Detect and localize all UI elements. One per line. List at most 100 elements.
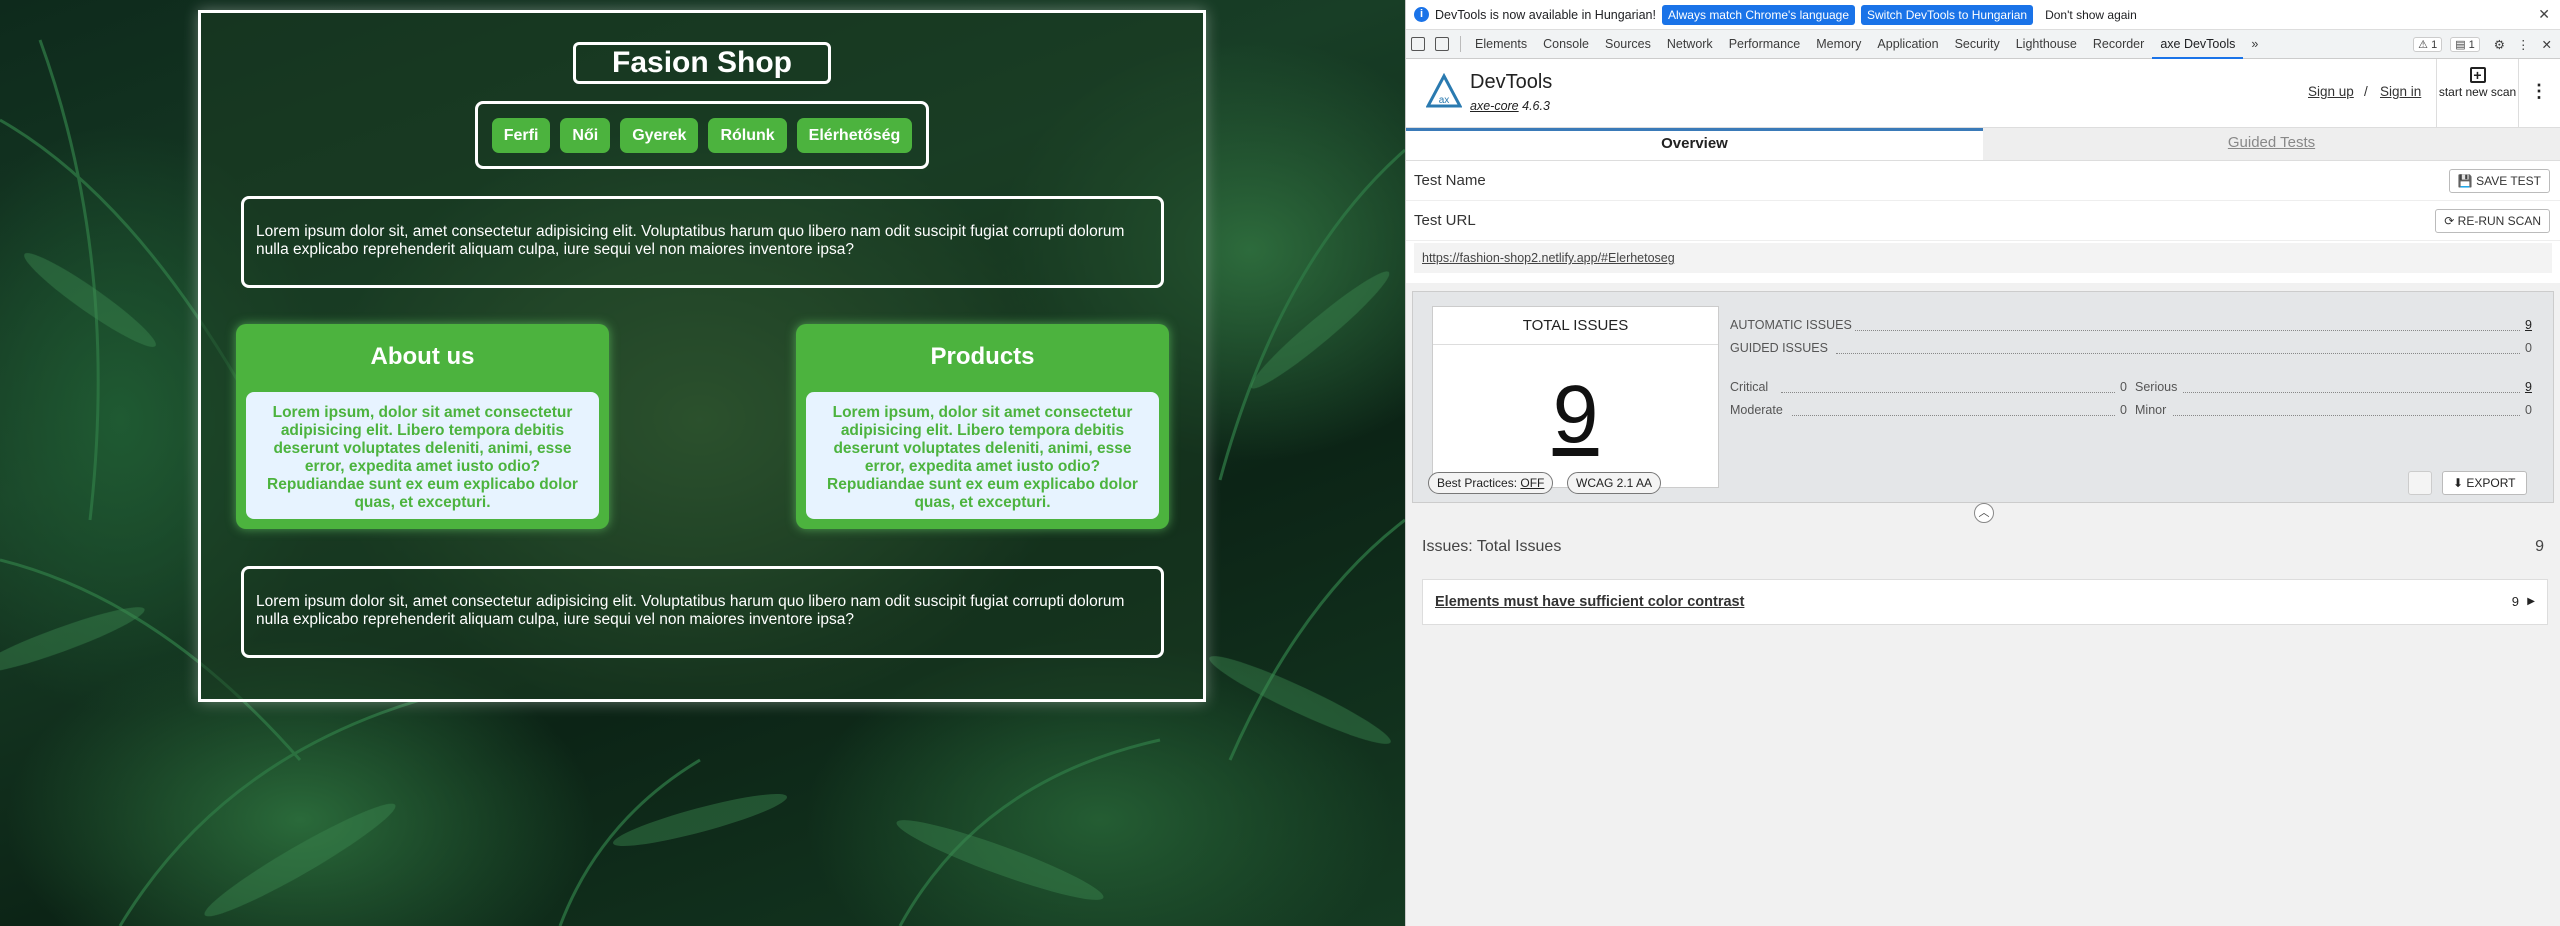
tab-application[interactable]: Application (1869, 37, 1946, 51)
wcag-level-chip[interactable]: WCAG 2.1 AA (1567, 472, 1662, 494)
device-toggle-icon[interactable] (1435, 37, 1449, 51)
switch-language-button[interactable]: Switch DevTools to Hungarian (1861, 4, 2034, 25)
start-new-scan-button[interactable]: + start new scan (2436, 59, 2519, 128)
axe-menu-icon[interactable]: ⋮ (2530, 81, 2548, 102)
divider (1460, 36, 1461, 52)
tab-axe-devtools[interactable]: axe DevTools (2152, 30, 2244, 59)
export-button[interactable]: ⬇ EXPORT (2442, 471, 2527, 495)
automatic-issues-count[interactable]: 9 (2525, 318, 2532, 332)
sign-up-link[interactable]: Sign up (2308, 84, 2354, 99)
test-url-label: Test URL (1414, 212, 1476, 229)
best-practices-label: Best Practices: (1437, 476, 1518, 490)
tab-performance[interactable]: Performance (1721, 37, 1809, 51)
total-issues-card: TOTAL ISSUES 9 (1432, 306, 1719, 488)
tab-memory[interactable]: Memory (1808, 37, 1869, 51)
sign-in-link[interactable]: Sign in (2380, 84, 2421, 99)
tab-overview[interactable]: Overview (1406, 128, 1983, 160)
axe-core-number: 4.6.3 (1522, 99, 1550, 113)
export-label: EXPORT (2466, 476, 2516, 490)
save-test-button[interactable]: 💾 SAVE TEST (2448, 169, 2550, 193)
tab-elements[interactable]: Elements (1467, 37, 1535, 51)
nav-rolunk-button[interactable]: Rólunk (708, 117, 787, 153)
plus-icon: + (2469, 67, 2486, 83)
tab-security[interactable]: Security (1947, 37, 2008, 51)
issues-heading-count: 9 (2535, 538, 2544, 555)
serious-count[interactable]: 9 (2525, 380, 2532, 394)
about-text: Lorem ipsum, dolor sit amet consectetur … (246, 392, 599, 519)
tab-sources[interactable]: Sources (1597, 37, 1659, 51)
products-card: Products Lorem ipsum, dolor sit amet con… (796, 324, 1169, 529)
issue-row[interactable]: Elements must have sufficient color cont… (1422, 579, 2548, 625)
issue-count: 9 (2511, 594, 2519, 609)
nav-gyerek-button[interactable]: Gyerek (620, 117, 699, 153)
issue-title[interactable]: Elements must have sufficient color cont… (1435, 594, 1744, 610)
automatic-issues-label: AUTOMATIC ISSUES (1730, 318, 1852, 332)
leader-dots (2173, 415, 2520, 416)
leader-dots (1836, 353, 2520, 354)
leader-dots (1855, 330, 2520, 331)
tab-recorder[interactable]: Recorder (2085, 37, 2152, 51)
axe-header: ax DevTools axe-core 4.6.3 Sign up / Sig… (1406, 59, 2560, 128)
minor-count: 0 (2525, 403, 2532, 417)
test-url-link[interactable]: https://fashion-shop2.netlify.app/#Elerh… (1414, 243, 2552, 273)
tab-guided-tests[interactable]: Guided Tests (1983, 128, 2560, 160)
menu-icon[interactable]: ⋮ (2517, 37, 2530, 52)
nav-noi-button[interactable]: Női (560, 117, 611, 153)
nav-ferfi-button[interactable]: Ferfi (491, 117, 551, 153)
intro-text: Lorem ipsum dolor sit, amet consectetur … (241, 196, 1164, 288)
critical-count: 0 (2120, 380, 2127, 394)
url-row: https://fashion-shop2.netlify.app/#Elerh… (1406, 241, 2560, 283)
axe-logo-icon: ax (1426, 73, 1462, 108)
total-issues-count[interactable]: 9 (1433, 345, 1718, 485)
share-icon[interactable] (2408, 471, 2432, 495)
best-practices-toggle[interactable]: Best Practices: OFF (1428, 472, 1554, 494)
about-heading: About us (370, 343, 475, 370)
tabbar-right: ⚠ 1 ▤ 1 ⚙ ⋮ ✕ (2409, 36, 2560, 52)
leader-dots (1781, 392, 2115, 393)
infobar-message: DevTools is now available in Hungarian! (1435, 7, 1656, 22)
guided-issues-label: GUIDED ISSUES (1730, 341, 1828, 355)
moderate-count: 0 (2120, 403, 2127, 417)
messages-badge[interactable]: ▤ 1 (2450, 36, 2480, 52)
more-tabs-icon[interactable]: » (2243, 37, 2266, 51)
site-title: Fasion Shop (573, 42, 831, 84)
leader-dots (2183, 392, 2520, 393)
total-issues-label: TOTAL ISSUES (1433, 307, 1718, 345)
svg-text:ax: ax (1439, 95, 1450, 106)
inspect-icon[interactable] (1411, 37, 1425, 51)
close-icon[interactable]: ✕ (2538, 6, 2550, 23)
match-language-button[interactable]: Always match Chrome's language (1661, 4, 1856, 25)
nav-elerhetoseg-button[interactable]: Elérhetőség (796, 117, 913, 153)
rerun-scan-button[interactable]: ⟳ RE-RUN SCAN (2435, 209, 2550, 233)
warnings-badge[interactable]: ⚠ 1 (2413, 36, 2443, 52)
language-infobar: i DevTools is now available in Hungarian… (1406, 0, 2560, 30)
moderate-label: Moderate (1730, 403, 1783, 417)
tab-lighthouse[interactable]: Lighthouse (2008, 37, 2085, 51)
info-icon: i (1414, 7, 1429, 22)
test-name-row: Test Name 💾 SAVE TEST (1406, 161, 2560, 201)
dont-show-button[interactable]: Don't show again (2039, 5, 2143, 25)
products-text: Lorem ipsum, dolor sit amet consectetur … (806, 392, 1159, 519)
axe-tabs: Overview Guided Tests (1406, 128, 2560, 161)
test-url-row: Test URL ⟳ RE-RUN SCAN (1406, 201, 2560, 241)
axe-core-link[interactable]: axe-core (1470, 99, 1519, 113)
collapse-icon[interactable]: ︿ (1974, 503, 1994, 523)
critical-label: Critical (1730, 380, 1769, 394)
gear-icon[interactable]: ⚙ (2494, 37, 2505, 52)
footer-text: Lorem ipsum dolor sit, amet consectetur … (241, 566, 1164, 658)
warn-count: 1 (2431, 38, 2438, 51)
sign-separator: / (2364, 84, 2368, 99)
best-practices-state: OFF (1520, 476, 1545, 490)
rerun-label: RE-RUN SCAN (2457, 214, 2541, 228)
tab-network[interactable]: Network (1659, 37, 1721, 51)
close-devtools-icon[interactable]: ✕ (2542, 37, 2552, 52)
tab-console[interactable]: Console (1535, 37, 1597, 51)
test-name-label: Test Name (1414, 172, 1486, 189)
guided-issues-count: 0 (2525, 341, 2532, 355)
devtools-tabbar: Elements Console Sources Network Perform… (1406, 30, 2560, 59)
leader-dots (1792, 415, 2115, 416)
axe-title: DevTools (1470, 71, 1553, 93)
serious-label: Serious (2135, 380, 2178, 394)
axe-core-version: axe-core 4.6.3 (1470, 99, 1550, 113)
products-heading: Products (930, 343, 1035, 370)
